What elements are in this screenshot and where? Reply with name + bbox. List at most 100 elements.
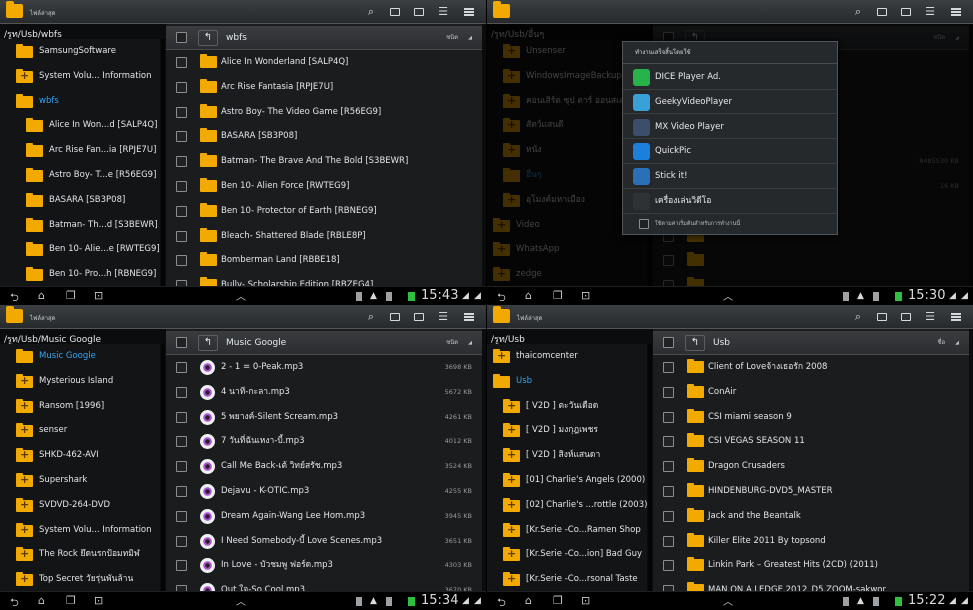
tree-item[interactable]: The Rock ยึดนรกป้อมทมิฬ: [0, 542, 160, 567]
tree-item[interactable]: Top Secret วัยรุ่นพันล้าน: [0, 567, 160, 591]
menu-icon[interactable]: [460, 3, 478, 21]
list-item[interactable]: Dream Again-Wang Lee Hom.mp3 3945 KB: [166, 504, 482, 529]
tree-item[interactable]: BASARA [SB3P08]: [0, 188, 160, 213]
app-option[interactable]: GeekyVideoPlayer: [623, 90, 837, 115]
list-item[interactable]: Arc Rise Fantasia [RPJE7U]: [166, 75, 482, 100]
tree-item[interactable]: SHKD-462-AVI: [0, 443, 160, 468]
row-checkbox[interactable]: [176, 510, 187, 522]
folder-icon[interactable]: [410, 308, 428, 326]
list-item[interactable]: Ben 10- Protector of Earth [RBNEG9]: [166, 199, 482, 224]
row-checkbox[interactable]: [176, 362, 187, 373]
sort-button[interactable]: ชนิด: [446, 32, 472, 42]
tree-item[interactable]: Ben 10- Alie...e [RWTEG9]: [0, 237, 160, 262]
row-checkbox[interactable]: [663, 510, 674, 522]
tree-item[interactable]: wbfs: [0, 89, 160, 114]
chevron-up-icon[interactable]: ︿: [236, 593, 246, 608]
folder-icon[interactable]: [410, 3, 428, 21]
recent-apps-icon[interactable]: ❐: [66, 289, 76, 302]
row-checkbox[interactable]: [663, 411, 674, 423]
row-checkbox[interactable]: [663, 560, 674, 572]
list-item[interactable]: ConAir: [653, 380, 969, 405]
tree-item[interactable]: System Volu... Information: [0, 64, 160, 89]
row-checkbox[interactable]: [176, 461, 187, 473]
select-list-icon[interactable]: ☰: [921, 308, 939, 326]
list-item[interactable]: Astro Boy- The Video Game [R56EG9]: [166, 100, 482, 125]
list-item[interactable]: 4 นาที-กะลา.mp3 5672 KB: [166, 380, 482, 405]
search-icon[interactable]: ⌕: [362, 308, 380, 326]
list-item[interactable]: Alice In Wonderland [SALP4Q]: [166, 50, 482, 75]
select-list-icon[interactable]: ☰: [921, 3, 939, 21]
list-item[interactable]: Bleach- Shattered Blade [RBLE8P]: [166, 224, 482, 249]
list-item[interactable]: Linkin Park – Greatest Hits (2CD) (2011): [653, 553, 969, 578]
sort-button[interactable]: ชื่อ: [937, 337, 959, 347]
row-checkbox[interactable]: [176, 255, 187, 267]
row-checkbox[interactable]: [663, 461, 674, 473]
new-folder-icon[interactable]: [873, 3, 891, 21]
screenshot-icon[interactable]: ⊡: [581, 289, 590, 302]
new-folder-icon[interactable]: [386, 3, 404, 21]
home-icon[interactable]: ⌂: [38, 289, 45, 302]
screenshot-icon[interactable]: ⊡: [581, 594, 590, 607]
chevron-up-icon[interactable]: ︿: [723, 593, 733, 608]
search-icon[interactable]: ⌕: [362, 3, 380, 21]
up-arrow-icon[interactable]: ↰: [685, 335, 705, 351]
back-icon[interactable]: ⮌: [497, 594, 506, 610]
recent-apps-icon[interactable]: ❐: [553, 289, 563, 302]
tree-item[interactable]: Arc Rise Fan...ia [RPJE7U]: [0, 138, 160, 163]
back-icon[interactable]: ⮌: [10, 289, 19, 305]
up-arrow-icon[interactable]: ↰: [198, 30, 218, 46]
list-item[interactable]: BASARA [SB3P08]: [166, 124, 482, 149]
screenshot-icon[interactable]: ⊡: [94, 289, 103, 302]
row-checkbox[interactable]: [176, 386, 187, 398]
list-item[interactable]: 5 พยางค์-Silent Scream.mp3 4261 KB: [166, 405, 482, 430]
tree-item[interactable]: [01] Charlie's Angels (2000): [487, 468, 647, 493]
app-option[interactable]: เครื่องเล่นวิดีโอ: [623, 189, 837, 214]
tree-item[interactable]: Usb: [487, 369, 647, 394]
list-item[interactable]: Jack and the Beantalk: [653, 504, 969, 529]
select-all-checkbox[interactable]: [176, 337, 187, 348]
app-option[interactable]: MX Video Player: [623, 115, 837, 140]
list-item[interactable]: CSI VEGAS SEASON 11: [653, 429, 969, 454]
list-item[interactable]: Call Me Back-เต้ วิทย์สรัช.mp3 3524 KB: [166, 454, 482, 479]
row-checkbox[interactable]: [176, 156, 187, 168]
screenshot-icon[interactable]: ⊡: [94, 594, 103, 607]
app-option[interactable]: QuickPic: [623, 139, 837, 164]
folder-icon[interactable]: [897, 3, 915, 21]
row-checkbox[interactable]: [176, 131, 187, 143]
tree-item[interactable]: SVDVD-264-DVD: [0, 493, 160, 518]
list-item[interactable]: Bully- Scholarship Edition [RBZEG4]: [166, 273, 482, 286]
row-checkbox[interactable]: [176, 411, 187, 423]
list-item[interactable]: In Love - บัวชมพู ฟอร์ด.mp3 4303 KB: [166, 553, 482, 578]
list-item[interactable]: CSI miami season 9: [653, 405, 969, 430]
row-checkbox[interactable]: [176, 560, 187, 572]
menu-icon[interactable]: [947, 3, 965, 21]
recent-apps-icon[interactable]: ❐: [553, 594, 563, 607]
row-checkbox[interactable]: [176, 485, 187, 497]
list-item[interactable]: Dragon Crusaders: [653, 454, 969, 479]
new-folder-icon[interactable]: [386, 308, 404, 326]
home-icon[interactable]: ⌂: [525, 289, 532, 302]
row-checkbox[interactable]: [663, 386, 674, 398]
home-icon[interactable]: ⌂: [38, 594, 45, 607]
up-arrow-icon[interactable]: ↰: [198, 335, 218, 351]
app-option[interactable]: Stick it!: [623, 164, 837, 189]
chevron-up-icon[interactable]: ︿: [723, 288, 733, 303]
tree-item[interactable]: [Kr.Serie -Co...Ramen Shop: [487, 518, 647, 542]
default-checkbox[interactable]: [639, 219, 649, 229]
tree-item[interactable]: Supershark: [0, 468, 160, 493]
tree-item[interactable]: [ V2D ] สิงห์แสนดา: [487, 443, 647, 468]
recent-apps-icon[interactable]: ❐: [66, 594, 76, 607]
list-item[interactable]: MAN.ON.A.LEDGE.2012_D5.ZOOM-sakwor: [653, 578, 969, 591]
folder-icon[interactable]: [897, 308, 915, 326]
row-checkbox[interactable]: [663, 436, 674, 448]
list-item[interactable]: Bomberman Land [RBBE18]: [166, 248, 482, 273]
list-item[interactable]: Killer Elite 2011 By topsond: [653, 529, 969, 554]
list-item[interactable]: Out ใจ-So Cool.mp3 3670 KB: [166, 578, 482, 591]
always-use-option[interactable]: ใช้ตามค่าเริ่มต้นสำหรับการทำงานนี้: [623, 214, 837, 235]
app-option[interactable]: DICE Player Ad.: [623, 65, 837, 90]
tree-item[interactable]: System Volu... Information: [0, 518, 160, 542]
search-icon[interactable]: ⌕: [849, 308, 867, 326]
tree-item[interactable]: Mysterious Island: [0, 369, 160, 394]
tree-item[interactable]: [Kr.Serie -Co...rsonal Taste: [487, 567, 647, 591]
tree-item[interactable]: Alice In Won...d [SALP4Q]: [0, 113, 160, 138]
